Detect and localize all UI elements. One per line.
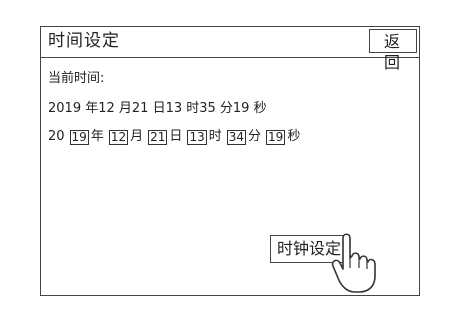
hour-field[interactable]: 13 [187, 129, 207, 145]
year-unit: 年 [90, 129, 104, 144]
day-unit: 日 [169, 129, 183, 144]
current-time-value: 2019 年12 月21 日13 时35 分19 秒 [48, 101, 267, 116]
time-input-row: 20 19 年 12 月 21 日 13 时 34 分 19 秒 [48, 129, 303, 145]
hour-unit: 时 [208, 129, 222, 144]
month-unit: 月 [130, 129, 144, 144]
second-unit: 秒 [287, 129, 301, 144]
back-button[interactable]: 返回 [369, 29, 417, 72]
minute-field[interactable]: 34 [226, 129, 247, 145]
current-time-label: 当前时间: [48, 71, 105, 86]
hand-pointer-icon [331, 233, 376, 293]
day-field[interactable]: 21 [148, 129, 168, 145]
year-prefix: 20 [48, 129, 65, 144]
page-title: 时间设定 [48, 31, 120, 51]
month-field[interactable]: 12 [108, 129, 129, 145]
title-bar: 时间设定 返回 [41, 27, 419, 72]
second-field[interactable]: 19 [266, 129, 286, 145]
year-field[interactable]: 19 [69, 129, 89, 145]
minute-unit: 分 [248, 129, 262, 144]
